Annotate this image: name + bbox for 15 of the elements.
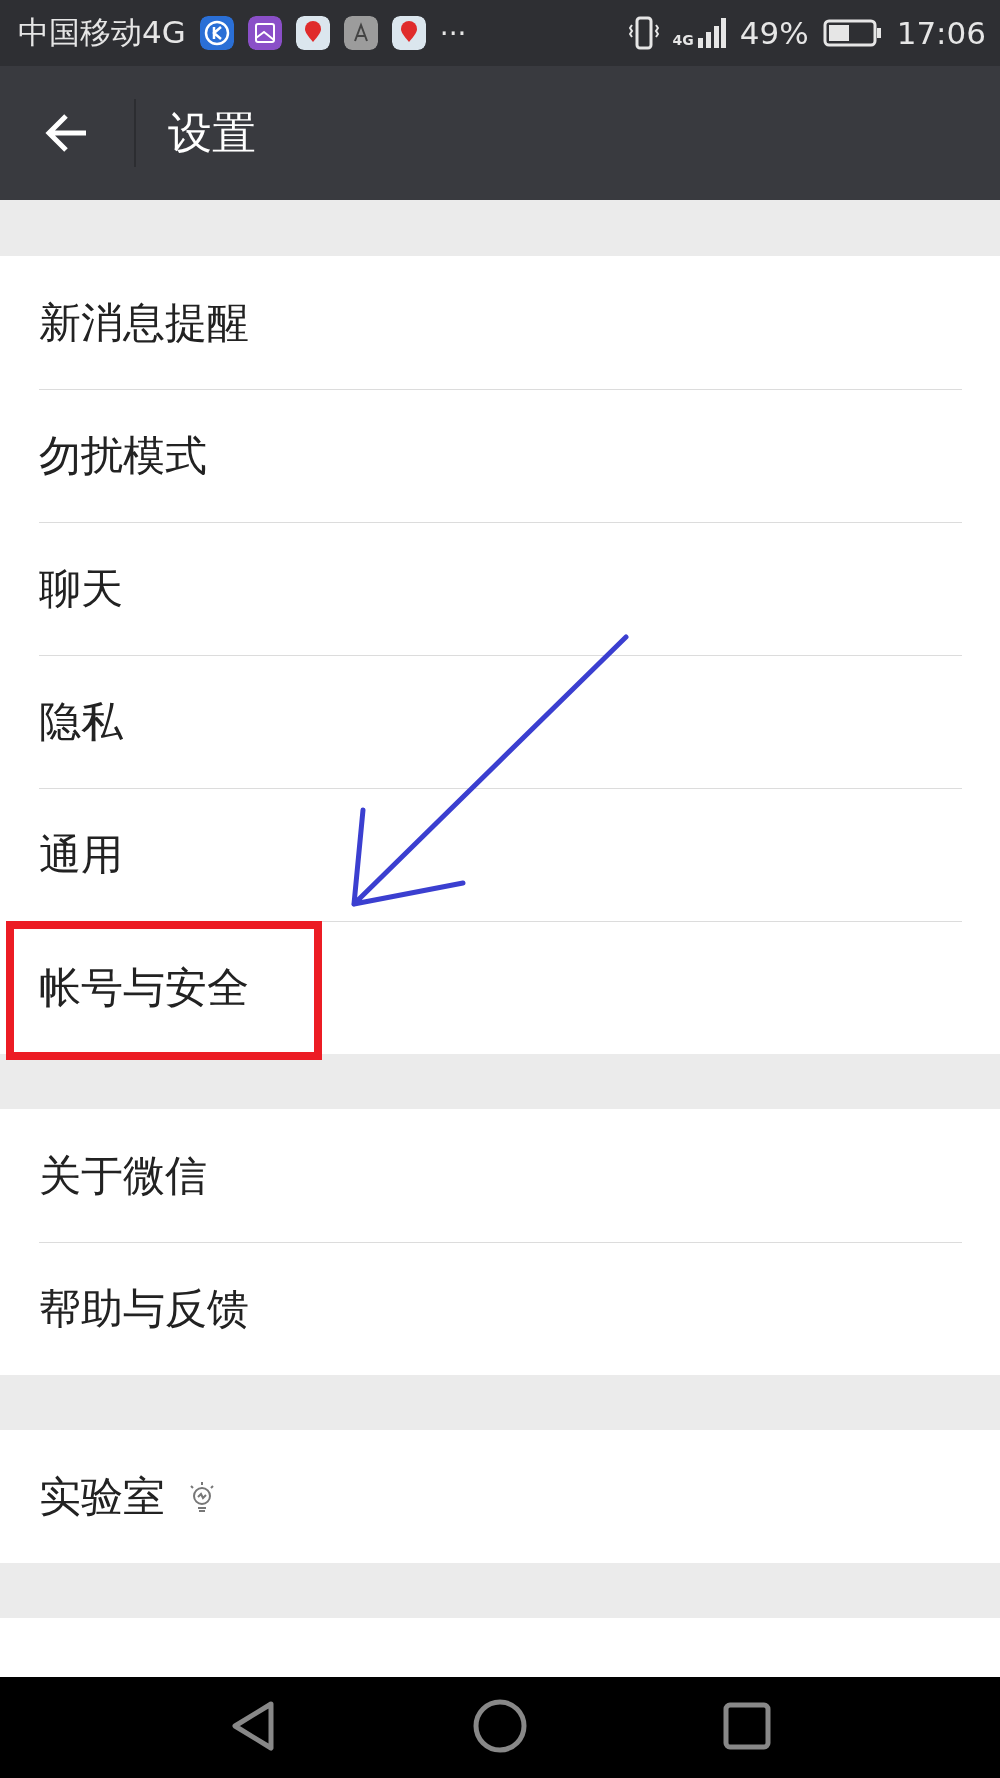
app-icon	[343, 16, 378, 50]
app-icon	[199, 16, 234, 50]
page-title: 设置	[168, 105, 256, 160]
lightbulb-icon	[187, 1479, 217, 1514]
battery-percent: 49%	[739, 15, 809, 51]
signal-icon	[695, 18, 726, 48]
carrier-name: 中国移动4G	[18, 13, 186, 52]
map-pin-icon	[391, 16, 426, 50]
more-notifications: ···	[439, 16, 467, 50]
clock-time: 17:06	[896, 15, 986, 51]
gallery-icon	[247, 16, 282, 50]
battery-icon	[822, 19, 883, 47]
network-type: 4G	[672, 32, 694, 48]
map-pin-icon	[295, 16, 330, 50]
recents-button[interactable]	[723, 1702, 771, 1753]
